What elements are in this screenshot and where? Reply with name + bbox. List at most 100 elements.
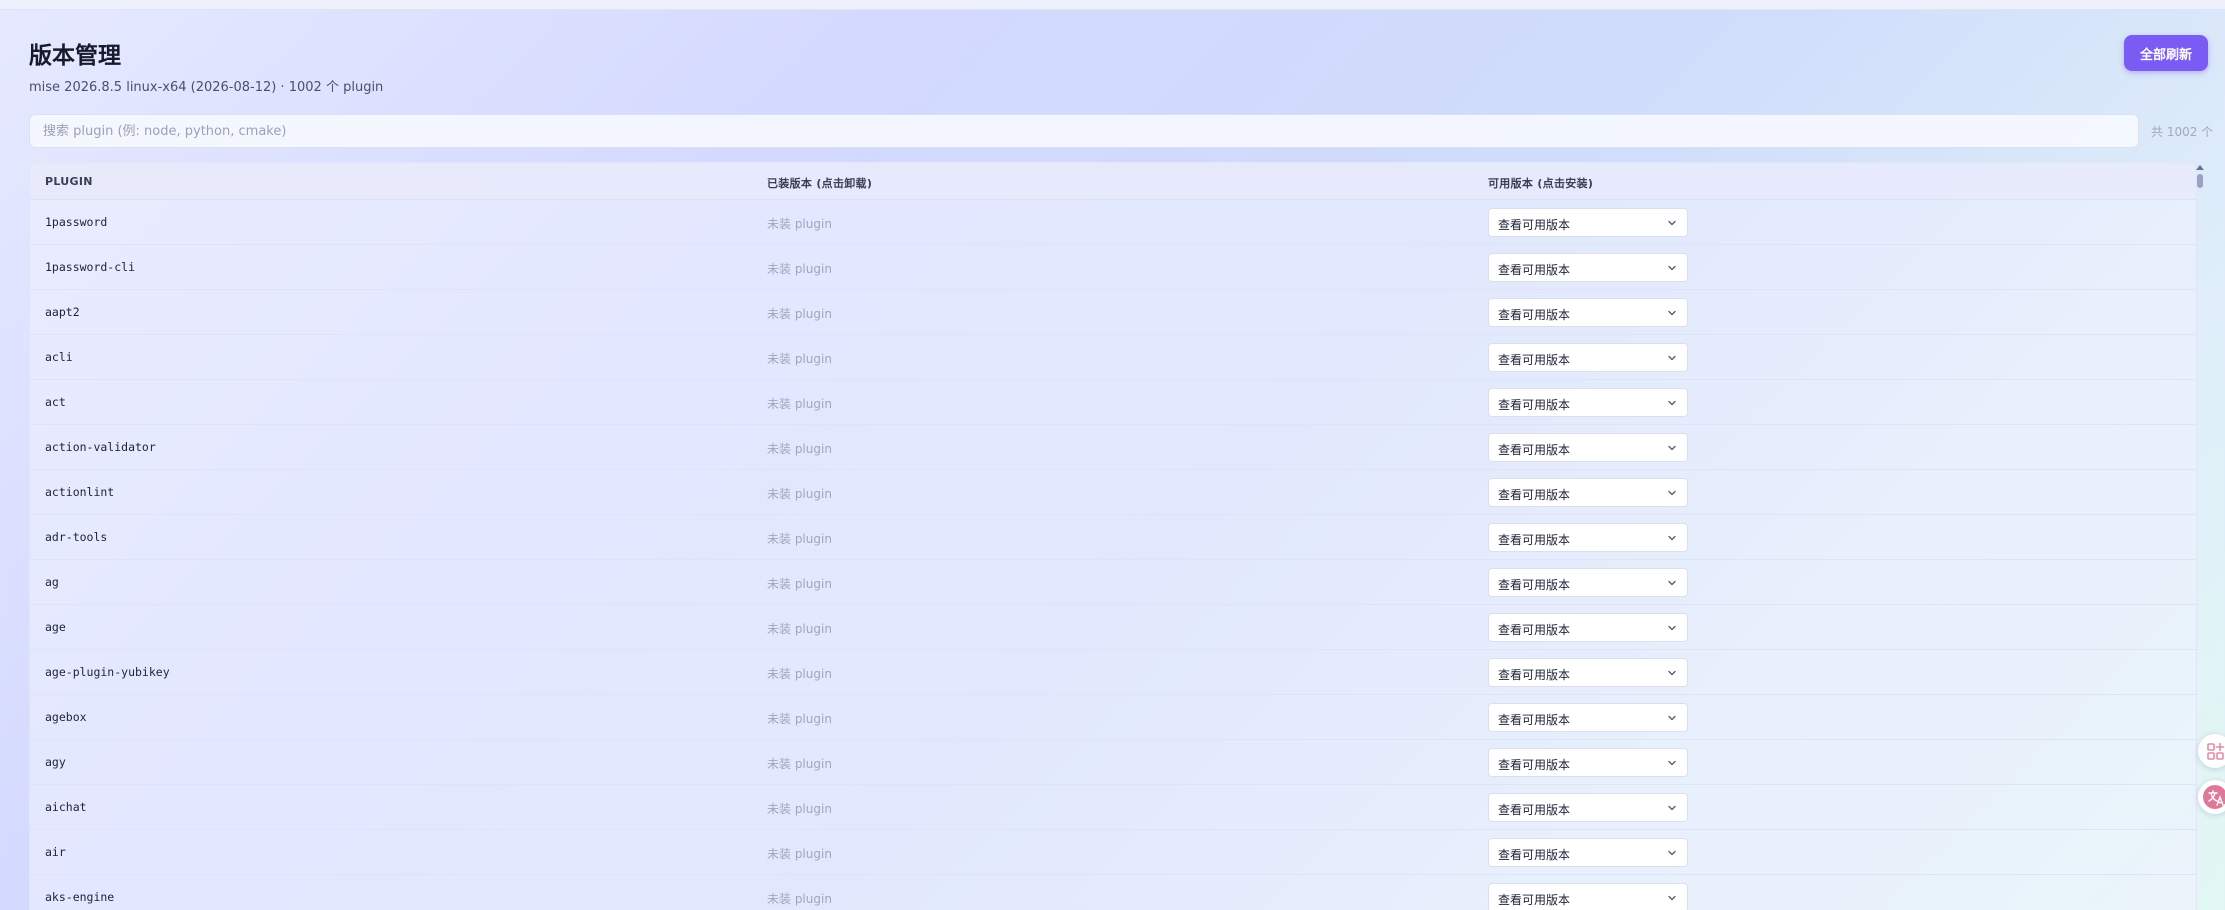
chevron-down-icon [1668,535,1676,541]
available-versions-select[interactable]: 查看可用版本 [1488,838,1688,867]
installed-version-status[interactable]: 未装 plugin [767,665,832,682]
available-versions-select[interactable]: 查看可用版本 [1488,793,1688,822]
scroll-up-arrow-icon[interactable] [2196,164,2204,170]
select-label: 查看可用版本 [1498,488,1571,502]
table-body: 1password 未装 plugin 查看可用版本 1password-cli… [30,200,2196,910]
table-row: adr-tools 未装 plugin 查看可用版本 [30,515,2196,560]
select-label: 查看可用版本 [1498,848,1571,862]
column-header-installed: 已装版本 (点击卸载) [767,177,873,190]
installed-version-status[interactable]: 未装 plugin [767,800,832,817]
select-label: 查看可用版本 [1498,668,1571,682]
table-row: age 未装 plugin 查看可用版本 [30,605,2196,650]
plugin-name: 1password [45,215,108,229]
chevron-down-icon [1668,850,1676,856]
installed-version-status[interactable]: 未装 plugin [767,485,832,502]
page-subtitle: mise 2026.8.5 linux-x64 (2026-08-12) · 1… [29,80,384,95]
installed-version-status[interactable]: 未装 plugin [767,755,832,772]
chevron-down-icon [1668,580,1676,586]
select-label: 查看可用版本 [1498,578,1571,592]
table-row: aks-engine 未装 plugin 查看可用版本 [30,875,2196,910]
select-label: 查看可用版本 [1498,308,1571,322]
installed-version-status[interactable]: 未装 plugin [767,575,832,592]
plugin-name: aapt2 [45,305,80,319]
table-row: agebox 未装 plugin 查看可用版本 [30,695,2196,740]
select-label: 查看可用版本 [1498,443,1571,457]
installed-version-status[interactable]: 未装 plugin [767,440,832,457]
chevron-down-icon [1668,895,1676,901]
chevron-down-icon [1668,490,1676,496]
plugin-name: air [45,845,66,859]
available-versions-select[interactable]: 查看可用版本 [1488,568,1688,597]
table-row: aapt2 未装 plugin 查看可用版本 [30,290,2196,335]
select-label: 查看可用版本 [1498,218,1571,232]
chevron-down-icon [1668,715,1676,721]
plugin-name: aks-engine [45,890,115,904]
available-versions-select[interactable]: 查看可用版本 [1488,883,1688,910]
installed-version-status[interactable]: 未装 plugin [767,710,832,727]
available-versions-select[interactable]: 查看可用版本 [1488,703,1688,732]
table-row: actionlint 未装 plugin 查看可用版本 [30,470,2196,515]
table-row: 1password-cli 未装 plugin 查看可用版本 [30,245,2196,290]
installed-version-status[interactable]: 未装 plugin [767,890,832,907]
table-header: PLUGIN 已装版本 (点击卸载) 可用版本 (点击安装) [30,163,2196,200]
chevron-down-icon [1668,220,1676,226]
available-versions-select[interactable]: 查看可用版本 [1488,343,1688,372]
chevron-down-icon [1668,265,1676,271]
plugin-name: age-plugin-yubikey [45,665,170,679]
table-row: agy 未装 plugin 查看可用版本 [30,740,2196,785]
available-versions-select[interactable]: 查看可用版本 [1488,253,1688,282]
available-versions-select[interactable]: 查看可用版本 [1488,658,1688,687]
select-label: 查看可用版本 [1498,713,1571,727]
scrollbar-thumb[interactable] [2197,174,2203,188]
plugin-count-label: 共 1002 个 [2151,125,2214,139]
plugin-name: acli [45,350,73,364]
plugin-name: 1password-cli [45,260,136,274]
available-versions-select[interactable]: 查看可用版本 [1488,298,1688,327]
top-strip [0,0,2225,10]
search-input[interactable] [29,114,2139,148]
floating-apps-button[interactable] [2198,734,2225,768]
plugin-name: agebox [45,710,87,724]
plugin-name: actionlint [45,485,115,499]
apps-grid-icon [2207,742,2225,760]
plugin-name: adr-tools [45,530,108,544]
installed-version-status[interactable]: 未装 plugin [767,215,832,232]
chevron-down-icon [1668,670,1676,676]
available-versions-select[interactable]: 查看可用版本 [1488,523,1688,552]
plugin-name: agy [45,755,66,769]
installed-version-status[interactable]: 未装 plugin [767,530,832,547]
available-versions-select[interactable]: 查看可用版本 [1488,478,1688,507]
select-label: 查看可用版本 [1498,263,1571,277]
column-header-available: 可用版本 (点击安装) [1488,177,1594,190]
installed-version-status[interactable]: 未装 plugin [767,305,832,322]
installed-version-status[interactable]: 未装 plugin [767,260,832,277]
plugin-table: PLUGIN 已装版本 (点击卸载) 可用版本 (点击安装) 1password… [29,162,2197,910]
installed-version-status[interactable]: 未装 plugin [767,620,832,637]
available-versions-select[interactable]: 查看可用版本 [1488,388,1688,417]
available-versions-select[interactable]: 查看可用版本 [1488,433,1688,462]
available-versions-select[interactable]: 查看可用版本 [1488,613,1688,642]
plugin-name: act [45,395,66,409]
installed-version-status[interactable]: 未装 plugin [767,395,832,412]
plugin-name: action-validator [45,440,156,454]
translate-icon [2203,785,2225,809]
installed-version-status[interactable]: 未装 plugin [767,350,832,367]
refresh-all-button[interactable]: 全部刷新 [2124,35,2208,71]
chevron-down-icon [1668,805,1676,811]
chevron-down-icon [1668,400,1676,406]
select-label: 查看可用版本 [1498,353,1571,367]
floating-translate-button[interactable] [2198,780,2225,814]
chevron-down-icon [1668,355,1676,361]
plugin-name: aichat [45,800,87,814]
chevron-down-icon [1668,760,1676,766]
select-label: 查看可用版本 [1498,893,1571,907]
table-row: acli 未装 plugin 查看可用版本 [30,335,2196,380]
table-row: 1password 未装 plugin 查看可用版本 [30,200,2196,245]
available-versions-select[interactable]: 查看可用版本 [1488,208,1688,237]
page-title: 版本管理 [29,43,121,69]
select-label: 查看可用版本 [1498,398,1571,412]
available-versions-select[interactable]: 查看可用版本 [1488,748,1688,777]
select-label: 查看可用版本 [1498,758,1571,772]
installed-version-status[interactable]: 未装 plugin [767,845,832,862]
chevron-down-icon [1668,445,1676,451]
